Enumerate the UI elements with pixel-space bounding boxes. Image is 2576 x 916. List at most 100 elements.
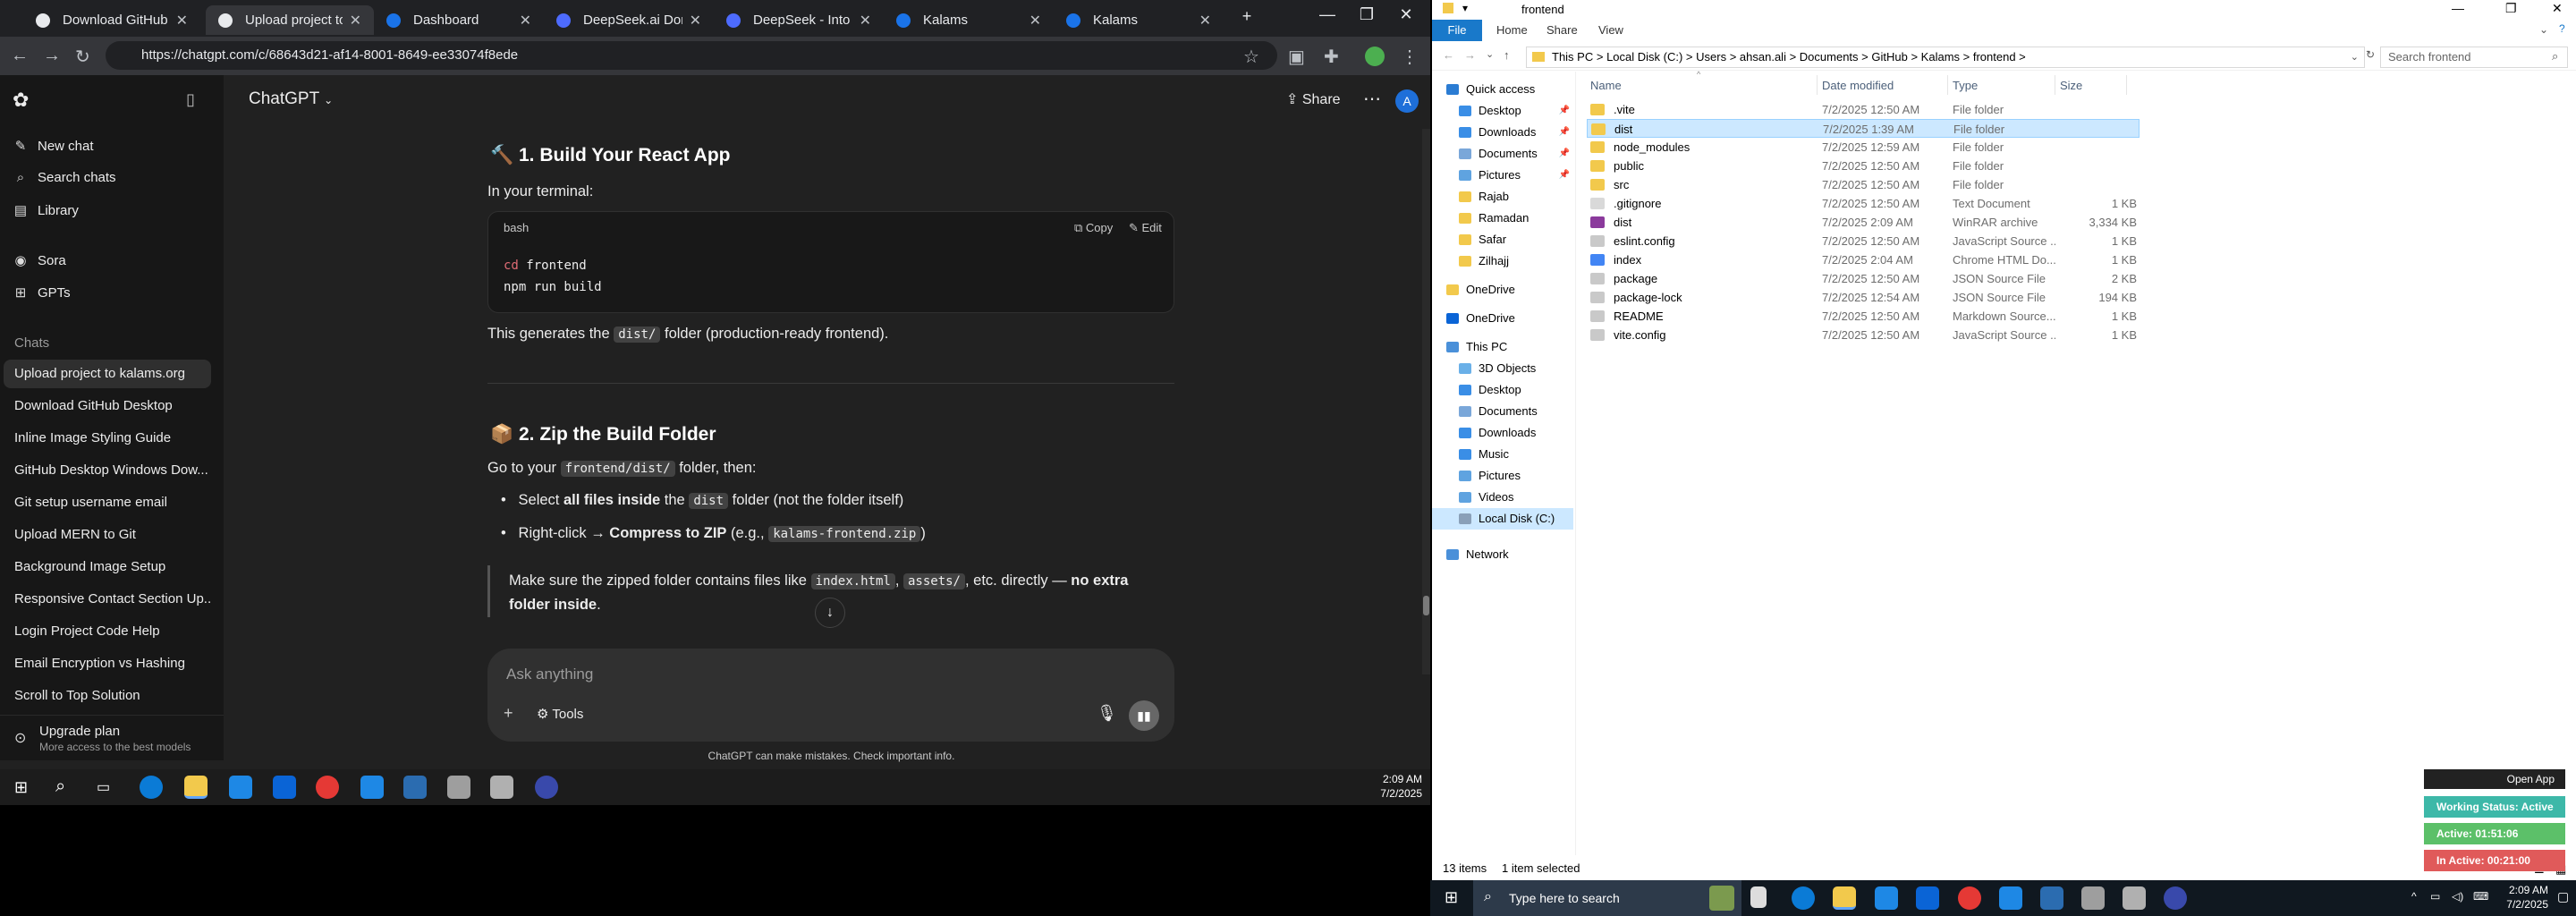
maximize-button[interactable]: ❐ xyxy=(1347,5,1386,24)
close-icon[interactable]: ✕ xyxy=(860,12,871,30)
breadcrumb-item[interactable]: Users xyxy=(1696,50,1726,64)
close-icon[interactable]: ✕ xyxy=(1199,12,1211,30)
clock-date[interactable]: 7/2/2025 xyxy=(1368,787,1422,800)
library-button[interactable]: ▤ Library xyxy=(13,202,79,219)
nav-item-1[interactable]: Desktop 📌 xyxy=(1432,100,1573,122)
column-header-name[interactable]: Name xyxy=(1590,79,1622,92)
nav-item-15[interactable]: Downloads xyxy=(1432,422,1573,444)
vscode-icon[interactable] xyxy=(360,776,384,799)
chrome-icon[interactable] xyxy=(1958,886,1981,910)
new-tab-button[interactable]: + xyxy=(1227,7,1267,26)
file-row[interactable]: node_modules 7/2/2025 12:59 AM File folder xyxy=(1587,138,2140,157)
ribbon-tab-home[interactable]: Home xyxy=(1496,23,1528,37)
tools-button[interactable]: ⚙ Tools xyxy=(537,706,583,722)
ribbon-expand-icon[interactable]: ⌄ xyxy=(2539,23,2548,36)
clock-date[interactable]: 7/2/2025 xyxy=(2495,898,2548,911)
close-icon[interactable]: ✕ xyxy=(520,12,531,30)
ribbon-tab-view[interactable]: View xyxy=(1598,23,1623,37)
clock-time[interactable]: 2:09 AM xyxy=(2495,884,2548,896)
edge-icon[interactable] xyxy=(1792,886,1815,910)
composer-input[interactable]: Ask anything xyxy=(506,666,593,683)
puzzle-icon[interactable]: ✚ xyxy=(1324,46,1339,68)
column-header-date[interactable]: Date modified xyxy=(1822,79,1894,92)
model-selector[interactable]: ChatGPT ⌄ xyxy=(249,89,333,109)
breadcrumb-item[interactable]: This PC xyxy=(1552,50,1593,64)
chat-item[interactable]: Email Encryption vs Hashing xyxy=(4,649,211,678)
taskbar-search-box[interactable]: ⌕ Type here to search xyxy=(1473,880,1741,916)
url-field[interactable]: https://chatgpt.com/c/68643d21-af14-8001… xyxy=(106,41,1277,70)
bookmark-star-icon[interactable]: ☆ xyxy=(1243,46,1259,68)
volume-icon[interactable]: ◁) xyxy=(2452,890,2463,903)
app-icon[interactable] xyxy=(490,776,513,799)
close-icon[interactable]: ✕ xyxy=(690,12,701,30)
nav-item-19[interactable]: Local Disk (C:) xyxy=(1432,508,1573,530)
nav-item-14[interactable]: Documents xyxy=(1432,401,1573,422)
app-icon[interactable] xyxy=(2040,886,2063,910)
file-row[interactable]: package-lock 7/2/2025 12:54 AM JSON Source… xyxy=(1587,288,2140,307)
minimize-button[interactable]: — xyxy=(2452,1,2464,15)
microphone-icon[interactable]: 🎙 xyxy=(1097,704,1117,723)
file-row[interactable]: src 7/2/2025 12:50 AM File folder xyxy=(1587,175,2140,194)
chrome-icon[interactable] xyxy=(316,776,339,799)
store-icon[interactable] xyxy=(229,776,252,799)
breadcrumb-item[interactable]: Kalams xyxy=(1921,50,1960,64)
nav-item-11[interactable]: This PC xyxy=(1432,336,1573,358)
chat-item[interactable]: GitHub Desktop Windows Dow... xyxy=(4,456,211,485)
chat-item[interactable]: Download GitHub Desktop xyxy=(4,392,211,420)
file-row[interactable]: .gitignore 7/2/2025 12:50 AM Text Document… xyxy=(1587,194,2140,213)
reload-icon[interactable]: ↻ xyxy=(75,46,90,68)
back-icon[interactable]: ← xyxy=(1443,48,1454,62)
share-button[interactable]: ⇪ Share xyxy=(1286,90,1341,108)
nav-item-8[interactable]: Zilhajj xyxy=(1432,250,1573,272)
breadcrumb-item[interactable]: ahsan.ali xyxy=(1740,50,1786,64)
maximize-button[interactable]: ❐ xyxy=(2505,1,2517,16)
scrollbar-thumb[interactable] xyxy=(1423,596,1429,615)
file-row[interactable]: .vite 7/2/2025 12:50 AM File folder xyxy=(1587,100,2140,119)
nav-item-3[interactable]: Documents 📌 xyxy=(1432,143,1573,165)
recent-locations-icon[interactable]: ⌄ xyxy=(1486,48,1494,60)
vscode-icon[interactable] xyxy=(1999,886,2022,910)
tab-upload-project[interactable]: Upload project to kala✕ xyxy=(206,5,374,35)
file-explorer-icon[interactable] xyxy=(184,776,208,799)
nav-item-4[interactable]: Pictures 📌 xyxy=(1432,165,1573,186)
breadcrumb-item[interactable]: Documents xyxy=(1800,50,1859,64)
nav-item-18[interactable]: Videos xyxy=(1432,487,1573,508)
network-icon[interactable]: ▭ xyxy=(2430,890,2440,903)
breadcrumb-item[interactable]: frontend xyxy=(1973,50,2016,64)
scroll-down-button[interactable]: ↓ xyxy=(815,598,845,628)
mail-icon[interactable] xyxy=(273,776,296,799)
app-icon[interactable] xyxy=(447,776,470,799)
tab-download-github[interactable]: Download GitHub Des✕ xyxy=(23,5,200,35)
app-icon[interactable] xyxy=(403,776,427,799)
chat-item[interactable]: Background Image Setup xyxy=(4,553,211,581)
up-icon[interactable]: ↑ xyxy=(1504,48,1510,62)
mail-icon[interactable] xyxy=(1916,886,1939,910)
close-icon[interactable]: ✕ xyxy=(350,12,361,30)
clock-time[interactable]: 2:09 AM xyxy=(1368,773,1422,785)
file-row[interactable]: eslint.config 7/2/2025 12:50 AM JavaScript… xyxy=(1587,232,2140,250)
zoom-icon[interactable] xyxy=(535,776,558,799)
voice-mode-button[interactable]: ▮▮ xyxy=(1129,700,1159,731)
chat-item[interactable]: Upload project to kalams.org xyxy=(4,360,211,388)
store-icon[interactable] xyxy=(1875,886,1898,910)
close-icon[interactable]: ✕ xyxy=(176,12,188,30)
file-row[interactable]: package 7/2/2025 12:50 AM JSON Source File… xyxy=(1587,269,2140,288)
nav-item-0[interactable]: Quick access xyxy=(1432,79,1573,100)
column-header-size[interactable]: Size xyxy=(2060,79,2082,92)
chat-item[interactable]: Upload MERN to Git xyxy=(4,521,211,549)
close-window-button[interactable]: ✕ xyxy=(1386,5,1426,24)
close-window-button[interactable]: ✕ xyxy=(2552,1,2563,16)
forward-icon[interactable]: → xyxy=(43,46,61,66)
chat-item[interactable]: Git setup username email xyxy=(4,488,211,517)
task-view-icon[interactable] xyxy=(1750,886,1767,908)
file-explorer-icon[interactable] xyxy=(1833,886,1856,910)
app-icon[interactable] xyxy=(2081,886,2105,910)
windows-start-icon[interactable]: ⊞ xyxy=(1445,888,1458,907)
ribbon-tab-share[interactable]: Share xyxy=(1546,23,1578,37)
nav-item-13[interactable]: Desktop xyxy=(1432,379,1573,401)
forward-icon[interactable]: → xyxy=(1464,48,1476,62)
chat-item[interactable]: Responsive Contact Section Up... xyxy=(4,585,211,614)
plus-icon[interactable]: + xyxy=(504,704,513,723)
nav-item-17[interactable]: Pictures xyxy=(1432,465,1573,487)
edge-icon[interactable] xyxy=(140,776,163,799)
